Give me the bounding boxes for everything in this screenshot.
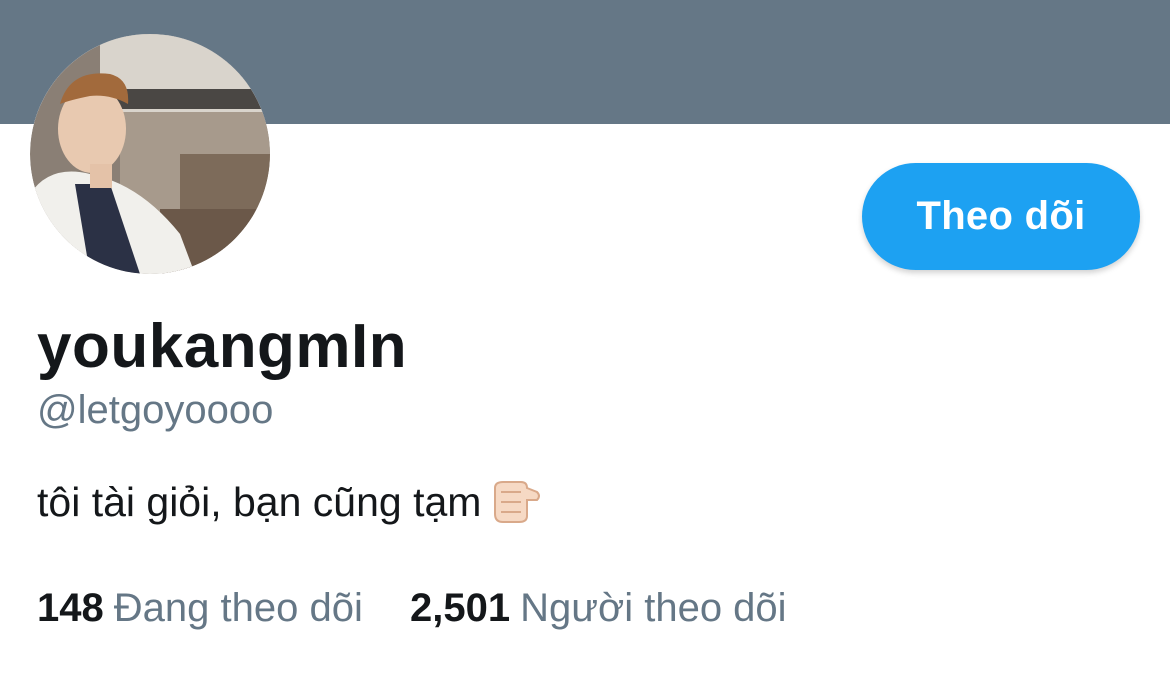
follow-button[interactable]: Theo dõi bbox=[862, 163, 1140, 270]
following-count: 148 bbox=[37, 586, 104, 630]
bio: tôi tài giỏi, bạn cũng tạm bbox=[37, 478, 541, 534]
profile-page: Theo dõi youkangmIn @letgoyoooo tôi tài … bbox=[0, 0, 1170, 679]
followers-label: Người theo dõi bbox=[520, 586, 787, 630]
profile-stats: 148 Đang theo dõi 2,501 Người theo dõi bbox=[37, 584, 787, 632]
user-handle: @letgoyoooo bbox=[37, 388, 274, 432]
bio-text: tôi tài giỏi, bạn cũng tạm bbox=[37, 479, 482, 525]
avatar[interactable] bbox=[30, 34, 270, 274]
followers-link[interactable]: 2,501 Người theo dõi bbox=[410, 584, 787, 632]
avatar-photo bbox=[30, 34, 270, 274]
following-label: Đang theo dõi bbox=[113, 586, 363, 630]
display-name: youkangmIn bbox=[37, 312, 408, 381]
following-link[interactable]: 148 Đang theo dõi bbox=[37, 584, 363, 632]
pointing-finger-emoji-icon bbox=[491, 478, 541, 534]
followers-count: 2,501 bbox=[409, 586, 511, 630]
